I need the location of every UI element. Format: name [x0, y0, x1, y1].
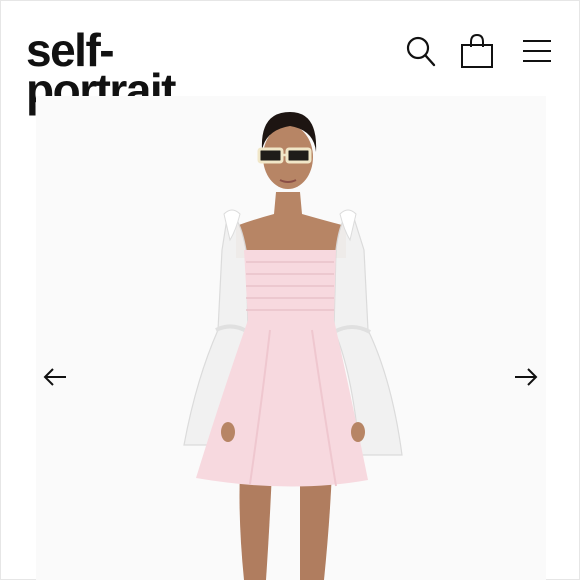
- arrow-right-icon: [515, 368, 538, 386]
- next-image-button[interactable]: [511, 364, 541, 390]
- arrow-left-icon: [43, 368, 66, 386]
- previous-image-button[interactable]: [40, 364, 70, 390]
- product-image: [183, 112, 403, 580]
